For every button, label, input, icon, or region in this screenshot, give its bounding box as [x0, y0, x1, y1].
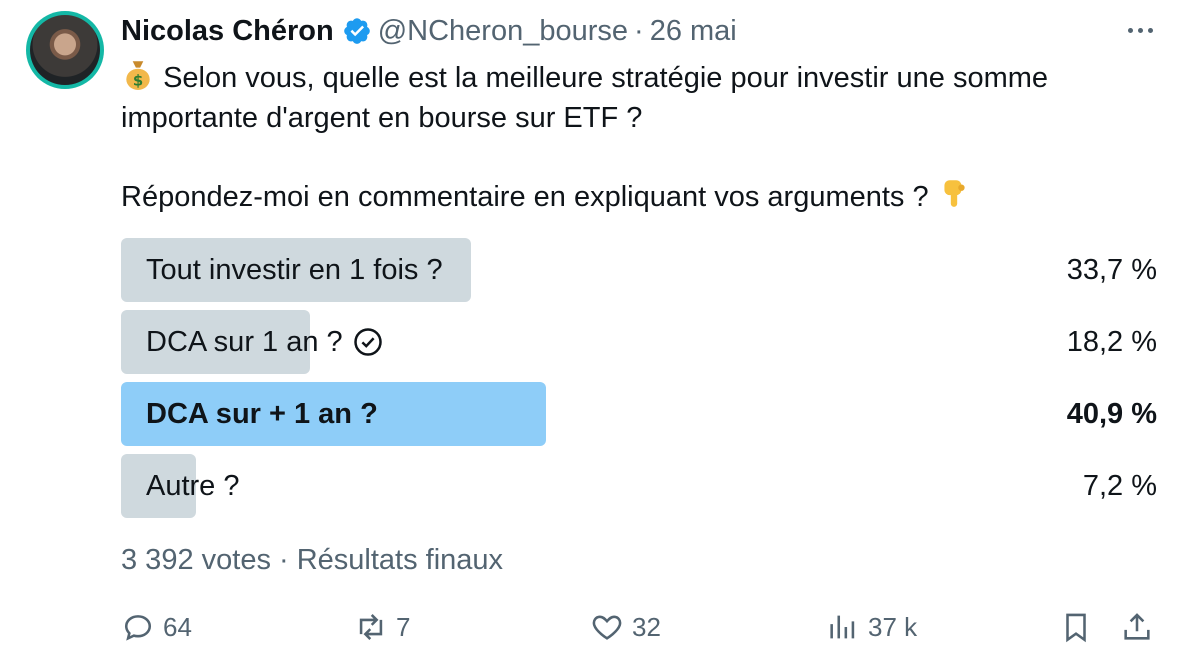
poll-option-label: Tout investir en 1 fois ? [146, 253, 443, 286]
dot-icon [1137, 27, 1143, 33]
voted-check-icon [353, 328, 382, 356]
author-avatar[interactable] [26, 11, 104, 89]
poll-option-percent: 18,2 % [1066, 325, 1157, 358]
poll-option-label: DCA sur + 1 an ? [146, 397, 378, 430]
poll-option: DCA sur 1 an ? 18,2 % [121, 310, 1157, 374]
avatar-photo [30, 15, 100, 85]
svg-text:$: $ [133, 72, 143, 90]
poll-option-label: DCA sur 1 an ? [146, 310, 383, 374]
poll-option-percent: 7,2 % [1082, 469, 1157, 502]
views-button[interactable]: 37 k [826, 605, 917, 649]
poll-option: Tout investir en 1 fois ? 33,7 % [121, 238, 1157, 302]
tweet-body: $ Selon vous, quelle est la meilleure st… [121, 57, 1161, 217]
poll-summary: 3 392 votes · Résultats finaux [121, 544, 504, 576]
reply-button[interactable]: 64 [121, 605, 192, 649]
poll: Tout investir en 1 fois ? 33,7 % DCA sur… [121, 238, 1157, 526]
tweet-header: Nicolas Chéron @NCheron_bourse · 26 mai [121, 13, 737, 49]
like-count: 32 [632, 611, 661, 642]
separator-dot: · [634, 14, 644, 47]
more-options-button[interactable] [1122, 14, 1158, 46]
poll-option: DCA sur + 1 an ? 40,9 % [121, 382, 1157, 446]
bookmark-icon [1066, 613, 1086, 643]
tweet-question: Selon vous, quelle est la meilleure stra… [121, 62, 1049, 134]
poll-option: Autre ? 7,2 % [121, 454, 1157, 518]
reply-count: 64 [163, 611, 192, 642]
heart-icon [592, 615, 622, 640]
tweet-line-2: Répondez-moi en commentaire en expliquan… [121, 176, 1161, 217]
poll-option-label: Autre ? [146, 469, 240, 502]
author-handle[interactable]: @NCheron_bourse [378, 15, 628, 48]
views-chart-icon [830, 615, 855, 639]
tweet-actions: 64 7 32 37 k [0, 605, 1186, 649]
share-icon [1124, 613, 1150, 640]
reply-icon [124, 615, 152, 641]
author-name[interactable]: Nicolas Chéron [121, 15, 334, 48]
views-count: 37 k [868, 611, 918, 642]
poll-option-percent: 40,9 % [1066, 397, 1157, 430]
poll-option-percent: 33,7 % [1066, 253, 1157, 286]
dot-icon [1127, 27, 1133, 33]
dot-icon [1147, 27, 1153, 33]
retweet-count: 7 [396, 611, 411, 642]
money-bag-icon: $ [126, 61, 150, 90]
tweet-date[interactable]: 26 mai [650, 15, 737, 48]
tweet-line-1: $ Selon vous, quelle est la meilleure st… [121, 57, 1161, 138]
retweet-icon [359, 614, 383, 640]
retweet-button[interactable]: 7 [354, 605, 410, 649]
bookmark-button[interactable] [1059, 605, 1101, 649]
verified-badge-icon [343, 18, 370, 44]
tweet-call-to-action: Répondez-moi en commentaire en expliquan… [121, 181, 929, 213]
share-button[interactable] [1120, 605, 1162, 649]
pointing-down-hand-icon [944, 180, 965, 207]
like-button[interactable]: 32 [590, 605, 661, 649]
